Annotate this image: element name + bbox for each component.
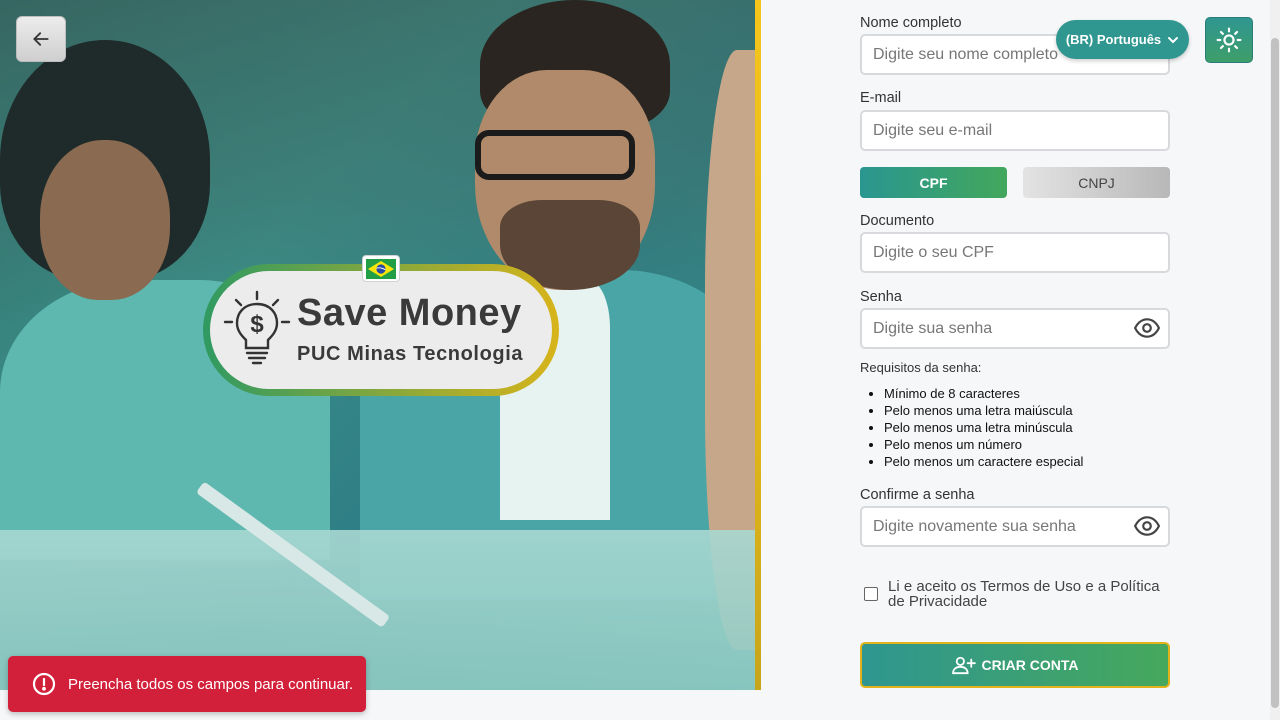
sun-icon <box>1216 27 1242 53</box>
svg-text:$: $ <box>250 311 264 338</box>
person-center-glasses <box>475 130 635 180</box>
requirement-item: Pelo menos uma letra minúscula <box>884 419 1083 436</box>
toast-message: Preencha todos os campos para continuar. <box>68 675 354 693</box>
requirement-item: Mínimo de 8 caracteres <box>884 385 1083 402</box>
password-requirements-title: Requisitos da senha: <box>860 360 982 375</box>
terms-checkbox[interactable] <box>864 587 878 601</box>
logo-title: Save Money <box>297 292 522 334</box>
theme-toggle-button[interactable] <box>1205 17 1253 63</box>
doc-type-cnpj-button[interactable]: CNPJ <box>1023 167 1170 198</box>
eye-icon[interactable] <box>1134 315 1160 341</box>
back-button[interactable] <box>16 16 66 62</box>
doc-type-cpf-button[interactable]: CPF <box>860 167 1007 198</box>
error-toast: Preencha todos os campos para continuar. <box>8 656 366 712</box>
requirement-item: Pelo menos um caractere especial <box>884 453 1083 470</box>
requirement-item: Pelo menos uma letra maiúscula <box>884 402 1083 419</box>
logo-subtitle: PUC Minas Tecnologia <box>297 343 524 365</box>
scrollbar-thumb[interactable] <box>1271 38 1279 708</box>
language-selector[interactable]: (BR) Português <box>1056 20 1189 59</box>
name-label: Nome completo <box>860 15 962 31</box>
password-input[interactable] <box>860 308 1170 349</box>
hero-border-stripe <box>755 0 761 690</box>
email-input[interactable] <box>860 110 1170 151</box>
money-lightbulb-icon: $ <box>223 290 291 365</box>
person-left-face <box>40 140 170 300</box>
language-label: (BR) Português <box>1065 32 1162 47</box>
password-label: Senha <box>860 289 902 305</box>
confirm-password-input[interactable] <box>860 506 1170 547</box>
chevron-down-icon <box>1168 36 1179 43</box>
terms-label[interactable]: Li e aceito os Termos de Uso e a Polític… <box>888 579 1178 609</box>
add-user-icon <box>951 656 976 675</box>
arrow-left-icon <box>33 32 49 46</box>
confirm-password-label: Confirme a senha <box>860 487 975 503</box>
create-account-button[interactable]: CRIAR CONTA <box>860 642 1170 688</box>
create-account-label: CRIAR CONTA <box>981 657 1079 673</box>
document-input[interactable] <box>860 232 1170 273</box>
eye-icon[interactable] <box>1134 513 1160 539</box>
password-requirements-list: Mínimo de 8 caracteres Pelo menos uma le… <box>884 385 1083 470</box>
email-label: E-mail <box>860 90 902 106</box>
alert-circle-icon <box>32 672 56 696</box>
requirement-item: Pelo menos um número <box>884 436 1083 453</box>
document-label: Documento <box>860 213 935 229</box>
brazil-flag-icon <box>362 255 400 282</box>
